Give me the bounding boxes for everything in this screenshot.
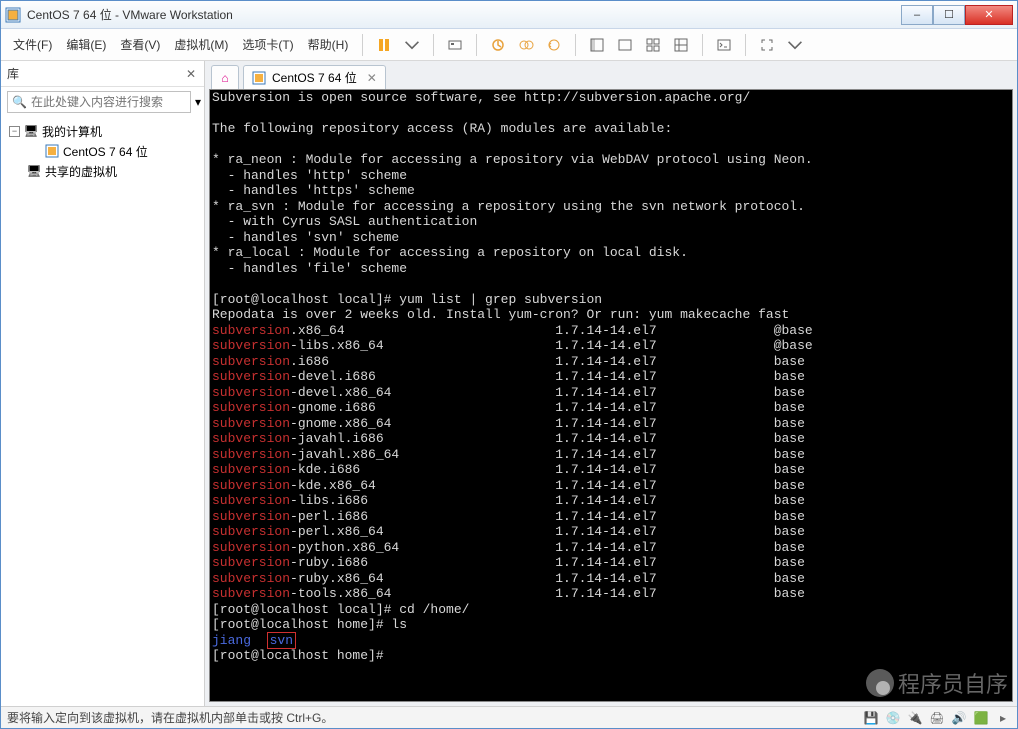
minimize-button[interactable]: –	[901, 5, 933, 25]
search-row: 🔍 ▾	[1, 87, 204, 117]
separator	[745, 34, 746, 56]
close-button[interactable]: ✕	[965, 5, 1013, 25]
console-icon[interactable]	[711, 32, 737, 58]
dropdown-icon[interactable]	[782, 32, 808, 58]
menu-tabs[interactable]: 选项卡(T)	[236, 32, 299, 57]
separator	[476, 34, 477, 56]
tab-label: CentOS 7 64 位	[272, 69, 357, 86]
library-tree: − 🖥 我的计算机 CentOS 7 64 位 🖥 共享的虚拟机	[1, 117, 204, 185]
status-icons: 💾 💿 🔌 🖨 🔊 🟩 ▸	[863, 711, 1011, 725]
menubar: 文件(F) 编辑(E) 查看(V) 虚拟机(M) 选项卡(T) 帮助(H)	[1, 29, 1017, 61]
tab-home[interactable]: ⌂	[211, 65, 239, 89]
separator	[575, 34, 576, 56]
snapshot-icon[interactable]	[485, 32, 511, 58]
body: 库 ✕ 🔍 ▾ − 🖥 我的计算机 CentOS 7 64 位	[1, 61, 1017, 706]
app-icon	[5, 7, 21, 23]
vm-icon	[45, 144, 59, 158]
display-icon[interactable]: 🟩	[973, 711, 989, 725]
tree-root-mycomputer[interactable]: − 🖥 我的计算机	[3, 121, 202, 141]
cd-icon[interactable]: 💿	[885, 711, 901, 725]
menu-file[interactable]: 文件(F)	[7, 32, 58, 57]
menu-view[interactable]: 查看(V)	[114, 32, 166, 57]
window-title: CentOS 7 64 位 - VMware Workstation	[27, 6, 901, 23]
window-controls: – ☐ ✕	[901, 5, 1013, 25]
pause-icon[interactable]	[371, 32, 397, 58]
content-area: ⌂ CentOS 7 64 位 ✕ Subversion is open sou…	[205, 61, 1017, 706]
tree-label: 共享的虚拟机	[45, 163, 117, 180]
separator	[362, 34, 363, 56]
maximize-button[interactable]: ☐	[933, 5, 965, 25]
view-tile-icon[interactable]	[640, 32, 666, 58]
snapshot-manager-icon[interactable]	[513, 32, 539, 58]
view-single-icon[interactable]	[584, 32, 610, 58]
sound-icon[interactable]: 🔊	[951, 711, 967, 725]
more-icon[interactable]: ▸	[995, 711, 1011, 725]
tree-label: CentOS 7 64 位	[63, 143, 148, 160]
tab-close-icon[interactable]: ✕	[367, 71, 377, 85]
separator	[702, 34, 703, 56]
statusbar: 要将输入定向到该虚拟机，请在虚拟机内部单击或按 Ctrl+G。 💾 💿 🔌 🖨 …	[1, 706, 1017, 728]
view-console-icon[interactable]	[612, 32, 638, 58]
app-window: CentOS 7 64 位 - VMware Workstation – ☐ ✕…	[0, 0, 1018, 729]
sidebar-title: 库	[7, 65, 184, 82]
search-box[interactable]: 🔍	[7, 91, 191, 113]
revert-icon[interactable]	[541, 32, 567, 58]
disk-icon[interactable]: 💾	[863, 711, 879, 725]
tabbar: ⌂ CentOS 7 64 位 ✕	[205, 61, 1017, 89]
terminal[interactable]: Subversion is open source software, see …	[209, 89, 1013, 702]
search-icon: 🔍	[12, 95, 27, 109]
status-message: 要将输入定向到该虚拟机，请在虚拟机内部单击或按 Ctrl+G。	[7, 709, 857, 726]
printer-icon[interactable]: 🖨	[929, 711, 945, 725]
tree-label: 我的计算机	[42, 123, 102, 140]
sidebar-header: 库 ✕	[1, 61, 204, 87]
titlebar: CentOS 7 64 位 - VMware Workstation – ☐ ✕	[1, 1, 1017, 29]
vm-icon	[252, 71, 266, 85]
tree-vm-centos[interactable]: CentOS 7 64 位	[3, 141, 202, 161]
sidebar-close-icon[interactable]: ✕	[184, 67, 198, 81]
separator	[433, 34, 434, 56]
sidebar: 库 ✕ 🔍 ▾ − 🖥 我的计算机 CentOS 7 64 位	[1, 61, 205, 706]
menu-edit[interactable]: 编辑(E)	[60, 32, 112, 57]
menu-help[interactable]: 帮助(H)	[302, 32, 355, 57]
fullscreen-icon[interactable]	[754, 32, 780, 58]
network-icon[interactable]: 🔌	[907, 711, 923, 725]
unity-icon[interactable]	[668, 32, 694, 58]
home-icon: ⌂	[221, 71, 228, 85]
dropdown-icon[interactable]	[399, 32, 425, 58]
collapse-icon[interactable]: −	[9, 126, 20, 137]
tree-shared-vms[interactable]: 🖥 共享的虚拟机	[3, 161, 202, 181]
send-ctrl-alt-del-icon[interactable]	[442, 32, 468, 58]
shared-icon: 🖥	[27, 164, 41, 178]
computer-icon: 🖥	[24, 124, 38, 138]
search-input[interactable]	[31, 95, 186, 109]
search-dropdown-icon[interactable]: ▾	[195, 95, 201, 109]
menu-vm[interactable]: 虚拟机(M)	[168, 32, 234, 57]
tab-vm[interactable]: CentOS 7 64 位 ✕	[243, 65, 386, 89]
